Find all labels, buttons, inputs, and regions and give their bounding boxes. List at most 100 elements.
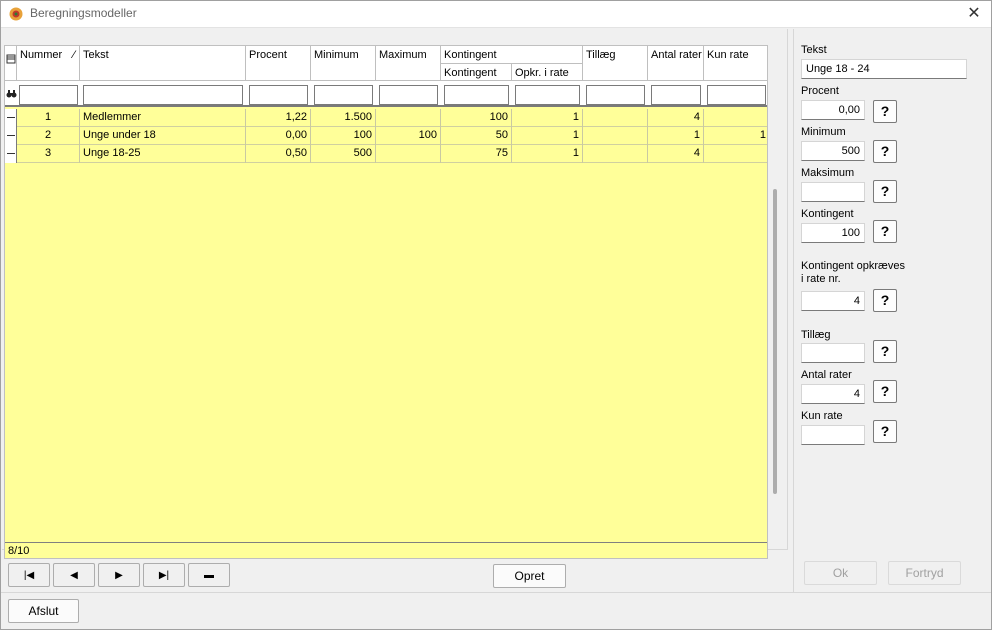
kun-rate-help-button[interactable]: ? (873, 420, 897, 443)
label-antal-rater: Antal rater (801, 369, 852, 381)
cell-opkr-i-rate: 1 (512, 145, 583, 163)
last-record-button[interactable]: ▶| (143, 563, 185, 587)
kun-rate-field[interactable] (801, 425, 865, 445)
cell-opkr-i-rate: 1 (512, 109, 583, 127)
header-kontingent[interactable]: Kontingent (441, 64, 512, 81)
header-minimum[interactable]: Minimum (311, 46, 376, 81)
column-chooser-icon[interactable] (5, 46, 17, 81)
kontingent-help-button[interactable]: ? (873, 220, 897, 243)
maksimum-field[interactable] (801, 182, 865, 202)
cancel-button[interactable]: Fortryd (888, 561, 961, 585)
filter-kontingent[interactable] (444, 85, 509, 105)
cell-tillaeg (583, 145, 648, 163)
label-maksimum: Maksimum (801, 167, 855, 179)
row-indicator (5, 127, 17, 145)
cell-tillaeg (583, 109, 648, 127)
vertical-scrollbar[interactable] (773, 189, 777, 494)
procent-field[interactable]: 0,00 (801, 100, 865, 120)
filter-opkr-i-rate[interactable] (515, 85, 580, 105)
cell-procent: 0,50 (246, 145, 311, 163)
table-row[interactable]: 2 Unge under 18 0,00 100 100 50 1 1 1 (5, 127, 767, 145)
header-maximum[interactable]: Maximum (376, 46, 441, 81)
cell-tekst: Medlemmer (80, 109, 246, 127)
label-tekst: Tekst (801, 44, 827, 56)
exit-button[interactable]: Afslut (8, 599, 79, 623)
header-procent[interactable]: Procent (246, 46, 311, 81)
header-nummer[interactable]: Nummer ⁄ (17, 46, 80, 81)
grid-record-counter: 8/10 (5, 542, 767, 558)
divider (1, 592, 991, 593)
kontingent-rate-field[interactable]: 4 (801, 291, 865, 311)
cell-tekst: Unge 18-25 (80, 145, 246, 163)
filter-maximum[interactable] (379, 85, 438, 105)
filter-kun-rate[interactable] (707, 85, 766, 105)
filter-antal-rater[interactable] (651, 85, 701, 105)
header-kun-rate[interactable]: Kun rate (704, 46, 767, 81)
binoculars-icon (6, 90, 17, 98)
minimum-field[interactable]: 500 (801, 141, 865, 161)
antal-rater-help-button[interactable]: ? (873, 380, 897, 403)
header-opkr-i-rate[interactable]: Opkr. i rate (512, 64, 583, 81)
header-tillaeg[interactable]: Tillæg (583, 46, 648, 81)
cell-minimum: 500 (311, 145, 376, 163)
first-record-button[interactable]: |◀ (8, 563, 50, 587)
app-gear-icon (9, 7, 23, 21)
procent-help-button[interactable]: ? (873, 100, 897, 123)
filter-tillaeg[interactable] (586, 85, 645, 105)
cell-procent: 1,22 (246, 109, 311, 127)
filter-row (5, 81, 767, 107)
label-procent: Procent (801, 85, 839, 97)
cell-antal-rater: 4 (648, 109, 704, 127)
cell-nummer: 1 (17, 109, 80, 127)
tillaeg-help-button[interactable]: ? (873, 340, 897, 363)
label-kun-rate: Kun rate (801, 410, 843, 422)
sort-indicator-icon: ⁄ (73, 49, 75, 61)
tekst-field[interactable]: Unge 18 - 24 (801, 59, 967, 79)
close-button[interactable]: ✕ (963, 3, 985, 25)
label-tillaeg: Tillæg (801, 329, 831, 341)
cell-maximum (376, 145, 441, 163)
header-antal-rater[interactable]: Antal rater (648, 46, 704, 81)
header-tekst[interactable]: Tekst (80, 46, 246, 81)
cell-kontingent: 50 (441, 127, 512, 145)
filter-nummer[interactable] (19, 85, 78, 105)
cell-nummer: 2 (17, 127, 80, 145)
cell-tekst: Unge under 18 (80, 127, 246, 145)
ok-button[interactable]: Ok (804, 561, 877, 585)
filter-minimum[interactable] (314, 85, 373, 105)
kontingent-rate-help-button[interactable]: ? (873, 289, 897, 312)
label-kontingent-rate-line2: i rate nr. (801, 273, 841, 285)
cell-minimum: 100 (311, 127, 376, 145)
delete-record-button[interactable]: ▬ (188, 563, 230, 587)
header-group-kontingent: Kontingent (441, 46, 583, 64)
kontingent-field[interactable]: 100 (801, 223, 865, 243)
cell-kontingent: 75 (441, 145, 512, 163)
table-row[interactable]: 1 Medlemmer 1,22 1.500 100 1 4 (5, 109, 767, 127)
cell-kun-rate: 1 (759, 129, 766, 141)
cell-antal-rater: 4 (648, 145, 704, 163)
cell-nummer: 3 (17, 145, 80, 163)
antal-rater-field[interactable]: 4 (801, 384, 865, 404)
cell-kontingent: 100 (441, 109, 512, 127)
cell-maximum: 100 (376, 127, 441, 145)
cell-kun-rate (704, 145, 767, 163)
cell-kun-rate (704, 109, 767, 127)
filter-tekst[interactable] (83, 85, 243, 105)
previous-record-button[interactable]: ◀ (53, 563, 95, 587)
title-bar: Beregningsmodeller ✕ (1, 1, 991, 28)
tillaeg-field[interactable] (801, 343, 865, 363)
app-window: Beregningsmodeller ✕ Nummer ⁄ Tekst Proc… (0, 0, 992, 630)
create-button[interactable]: Opret (493, 564, 566, 588)
maksimum-help-button[interactable]: ? (873, 180, 897, 203)
cell-procent: 0,00 (246, 127, 311, 145)
table-row[interactable]: 3 Unge 18-25 0,50 500 75 1 4 (5, 145, 767, 163)
edit-form: Tekst Unge 18 - 24 Procent 0,00 ? Minimu… (793, 29, 991, 592)
label-kontingent: Kontingent (801, 208, 854, 220)
filter-procent[interactable] (249, 85, 308, 105)
cell-maximum (376, 109, 441, 127)
row-indicator (5, 145, 17, 163)
minimum-help-button[interactable]: ? (873, 140, 897, 163)
next-record-button[interactable]: ▶ (98, 563, 140, 587)
cell-antal-rater: 1 (648, 127, 704, 145)
label-minimum: Minimum (801, 126, 846, 138)
